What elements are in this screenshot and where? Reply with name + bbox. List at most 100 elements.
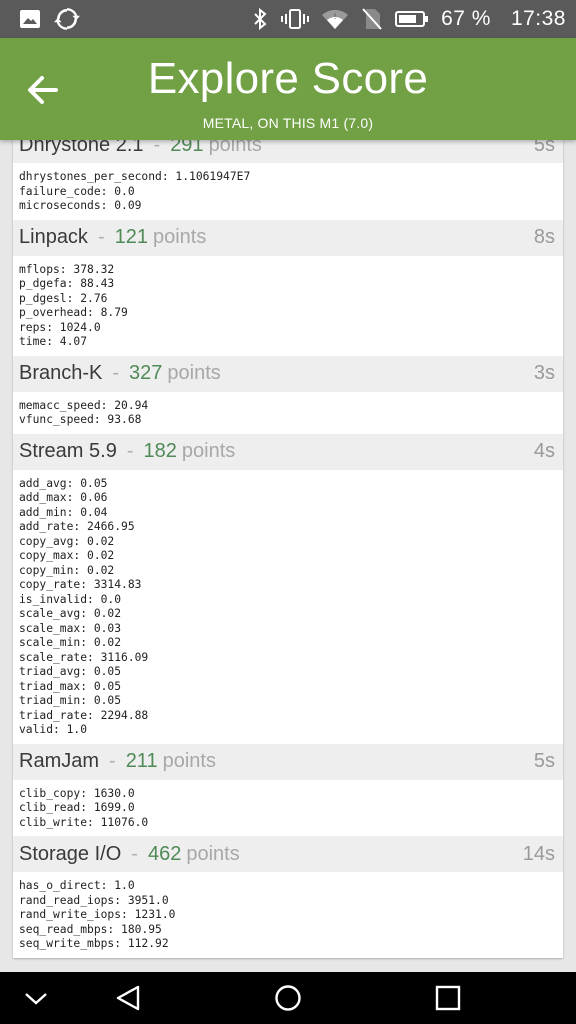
benchmark-time: 8s <box>533 226 555 248</box>
vibrate-icon <box>281 9 310 29</box>
detail-line: seq_read_mbps: 180.95 <box>19 922 162 936</box>
nav-down-icon <box>25 993 47 1005</box>
separator: - <box>112 362 120 384</box>
detail-line: triad_max: 0.05 <box>19 679 122 693</box>
detail-line: valid: 1.0 <box>19 723 88 736</box>
benchmark-name: Branch-K <box>19 362 103 384</box>
points-label: points <box>167 362 221 384</box>
detail-line: p_overhead: 8.79 <box>19 306 128 319</box>
detail-line: triad_min: 0.05 <box>19 694 122 707</box>
detail-line: triad_avg: 0.05 <box>19 665 122 678</box>
detail-line: clib_read: 1699.0 <box>19 801 135 814</box>
bluetooth-icon <box>254 7 267 31</box>
separator: - <box>131 842 138 865</box>
detail-line: reps: 1024.0 <box>19 320 101 334</box>
no-sim-icon <box>362 8 382 30</box>
nav-bar <box>0 972 576 1024</box>
nav-back-button[interactable] <box>112 982 144 1014</box>
wifi-icon: ! <box>322 9 349 29</box>
benchmark-name: Dhrystone 2.1 <box>19 140 144 156</box>
detail-line: p_dgefa: 88.43 <box>19 277 115 290</box>
detail-line: microseconds: 0.09 <box>19 199 142 212</box>
detail-line: add_max: 0.06 <box>19 491 108 504</box>
benchmark-time: 14s <box>522 842 555 865</box>
detail-line: time: 4.07 <box>19 335 88 348</box>
detail-line: clib_write: 11076.0 <box>19 815 149 829</box>
section-details: has_o_direct: 1.0 rand_read_iops: 3951.0 r… <box>13 872 563 958</box>
sync-icon <box>54 8 80 30</box>
benchmark-name: Storage I/O <box>19 842 122 865</box>
detail-line: add_min: 0.04 <box>19 505 108 519</box>
separator: - <box>126 440 134 462</box>
score-list[interactable]: Dhrystone 2.1-291 points 5s dhrystones_per_… <box>0 140 576 972</box>
nav-back-icon <box>116 985 140 1011</box>
section-header: RamJam -211 points 5s <box>13 743 563 780</box>
detail-line: rand_write_iops: 1231.0 <box>19 908 176 921</box>
benchmark-time: 3s <box>533 362 555 384</box>
detail-line: clib_copy: 1630.0 <box>19 786 135 800</box>
detail-line: is_invalid: 0.0 <box>19 592 122 606</box>
nav-home-icon <box>275 985 301 1011</box>
detail-line: failure_code: 0.0 <box>19 184 135 198</box>
app-bar: Explore Score METAL, ON THIS M1 (7.0) <box>0 38 576 140</box>
status-right-icons: ! 67 % 17:38 <box>251 6 566 32</box>
section-details: mflops: 378.32 p_dgefa: 88.43 p_dgesl: 2.7… <box>13 256 563 356</box>
benchmark-score: 121 <box>114 226 148 248</box>
benchmark-name: RamJam <box>19 750 100 772</box>
detail-line: scale_avg: 0.02 <box>19 607 122 620</box>
detail-line: has_o_direct: 1.0 <box>19 879 135 892</box>
points-label: points <box>186 842 240 865</box>
detail-line: copy_max: 0.02 <box>19 549 115 562</box>
benchmark-time: 4s <box>533 440 555 462</box>
battery-percent: 67 % <box>441 7 491 30</box>
section-details: memacc_speed: 20.94 vfunc_speed: 93.68 <box>13 392 563 434</box>
detail-line: p_dgesl: 2.76 <box>19 291 108 305</box>
nav-recents-icon <box>435 985 461 1011</box>
detail-line: rand_read_iops: 3951.0 <box>19 893 169 907</box>
status-bar: ! 67 % 17:38 <box>0 0 576 38</box>
section-header: Storage I/O -462 points 14s <box>13 836 563 872</box>
detail-line: add_avg: 0.05 <box>19 476 108 490</box>
section-header: Dhrystone 2.1-291 points 5s <box>13 140 563 163</box>
points-label: points <box>152 226 207 248</box>
image-icon <box>20 10 40 28</box>
points-label: points <box>162 750 216 772</box>
benchmark-name: Stream 5.9 <box>19 440 117 462</box>
detail-line: memacc_speed: 20.94 <box>19 398 149 412</box>
separator: - <box>109 750 116 772</box>
detail-line: vfunc_speed: 93.68 <box>19 413 142 426</box>
score-card: Dhrystone 2.1-291 points 5s dhrystones_per_… <box>13 140 563 958</box>
detail-line: copy_min: 0.02 <box>19 563 115 577</box>
section-header: Branch-K -327 points 3s <box>13 355 563 392</box>
nav-recents-button[interactable] <box>432 982 464 1014</box>
benchmark-time: 5s <box>533 140 555 156</box>
section-header: Stream 5.9-182 points 4s <box>13 433 563 470</box>
nav-down-button[interactable] <box>20 982 52 1014</box>
detail-line: triad_rate: 2294.88 <box>19 708 149 722</box>
page-title: Explore Score <box>147 54 429 103</box>
section-details: add_avg: 0.05 add_max: 0.06 add_min: 0.04 a… <box>13 470 563 744</box>
separator: - <box>97 226 105 248</box>
svg-text:!: ! <box>333 12 336 21</box>
benchmark-score: 211 <box>125 750 158 772</box>
detail-line: scale_min: 0.02 <box>19 636 122 649</box>
detail-line: add_rate: 2466.95 <box>19 520 135 533</box>
benchmark-score: 182 <box>143 440 177 462</box>
detail-line: mflops: 378.32 <box>19 262 115 276</box>
benchmark-score: 291 <box>170 140 204 156</box>
separator: - <box>153 140 161 156</box>
detail-line: scale_max: 0.03 <box>19 621 122 635</box>
benchmark-time: 5s <box>533 750 555 772</box>
section-details: clib_copy: 1630.0 clib_read: 1699.0 clib_w… <box>13 780 563 837</box>
status-left-icons <box>18 6 80 32</box>
nav-home-button[interactable] <box>272 982 304 1014</box>
battery-icon <box>395 11 429 27</box>
detail-line: dhrystones_per_second: 1.1061947E7 <box>19 170 251 183</box>
benchmark-score: 327 <box>129 362 163 384</box>
points-label: points <box>181 440 236 462</box>
benchmark-score: 462 <box>147 842 182 865</box>
detail-line: copy_avg: 0.02 <box>19 534 115 548</box>
section-header: Linpack -121 points 8s <box>13 219 563 256</box>
detail-line: scale_rate: 3116.09 <box>19 650 149 664</box>
detail-line: copy_rate: 3314.83 <box>19 578 142 591</box>
